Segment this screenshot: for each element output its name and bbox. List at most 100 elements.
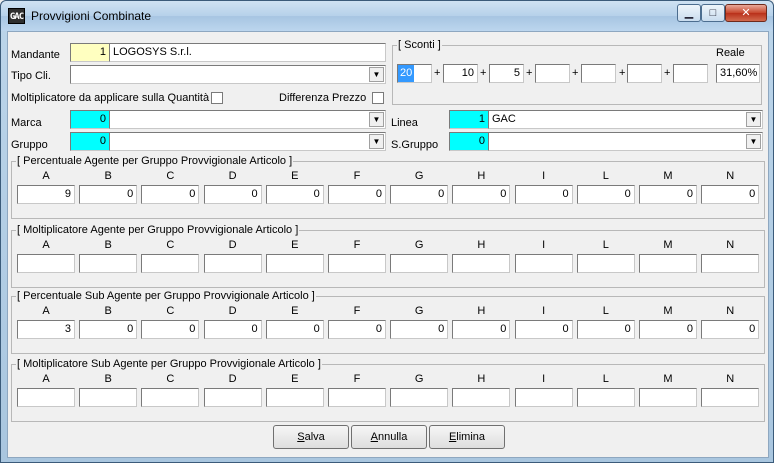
minimize-button[interactable]: ▁	[677, 4, 701, 22]
group-2-field-d[interactable]	[203, 254, 262, 273]
group-3-field-a[interactable]: 3	[17, 320, 75, 339]
group-3-field-n[interactable]: 0	[701, 320, 760, 339]
group-1-field-e[interactable]: 0	[265, 185, 324, 204]
sconto-2-field[interactable]: 10	[443, 64, 478, 83]
dropdown-arrow-icon[interactable]: ▼	[369, 134, 384, 149]
marca-code-field[interactable]: 0	[70, 110, 110, 129]
plus-sign: +	[526, 67, 533, 79]
commission-group-2: [ Moltiplicatore Agente per Gruppo Provv…	[11, 224, 765, 288]
group-1-field-a[interactable]: 9	[17, 185, 75, 204]
group-2-field-i[interactable]	[514, 254, 573, 273]
group-4-field-b[interactable]	[79, 388, 138, 407]
elimina-button[interactable]: Elimina	[429, 425, 505, 449]
group-4-field-i[interactable]	[514, 388, 573, 407]
column-label-m: M	[663, 239, 673, 251]
group-4-field-e[interactable]	[265, 388, 324, 407]
mandante-code-field[interactable]: 1	[70, 43, 110, 62]
group-1-field-g[interactable]: 0	[390, 185, 449, 204]
column-label-d: D	[228, 305, 237, 317]
gruppo-code-field[interactable]: 0	[70, 132, 110, 151]
group-1-field-m[interactable]: 0	[639, 185, 697, 204]
sconto-4-field[interactable]	[535, 64, 570, 83]
column-label-n: N	[726, 373, 735, 385]
column-label-e: E	[291, 305, 299, 317]
dropdown-arrow-icon[interactable]: ▼	[746, 112, 761, 127]
dropdown-arrow-icon[interactable]: ▼	[369, 67, 384, 82]
group-3-field-g[interactable]: 0	[390, 320, 449, 339]
reale-label: Reale	[716, 47, 745, 59]
sconto-7-field[interactable]	[673, 64, 708, 83]
group-1-field-n[interactable]: 0	[701, 185, 760, 204]
group-4-field-l[interactable]	[576, 388, 635, 407]
sconto-1-field[interactable]: 20	[397, 64, 432, 83]
group-2-field-h[interactable]	[452, 254, 511, 273]
commission-group-3: [ Percentuale Sub Agente per Gruppo Prov…	[11, 290, 765, 354]
group-4-field-g[interactable]	[390, 388, 449, 407]
group-3-field-c[interactable]: 0	[141, 320, 200, 339]
linea-select[interactable]: GAC ▼	[488, 110, 763, 129]
group-2-field-l[interactable]	[576, 254, 635, 273]
tipo-cli-select[interactable]: ▼	[70, 65, 386, 84]
group-3-field-b[interactable]: 0	[79, 320, 138, 339]
column-label-l: L	[602, 373, 609, 385]
mandante-name-field[interactable]: LOGOSYS S.r.l.	[109, 43, 386, 62]
annulla-button[interactable]: Annulla	[351, 425, 427, 449]
salva-button[interactable]: Salva	[273, 425, 349, 449]
sconti-group: [ Sconti ] Reale 20 + 10 + 5 + + + + 31,…	[392, 39, 762, 105]
group-2-field-f[interactable]	[328, 254, 386, 273]
group-3-field-e[interactable]: 0	[265, 320, 324, 339]
group-2-field-b[interactable]	[79, 254, 138, 273]
group-1-field-d[interactable]: 0	[203, 185, 262, 204]
title-bar[interactable]: GAC Provvigioni Combinate ▁ □ ✕	[1, 1, 773, 31]
marca-select[interactable]: ▼	[109, 110, 386, 129]
group-4-field-n[interactable]	[701, 388, 760, 407]
sconto-5-field[interactable]	[581, 64, 616, 83]
dropdown-arrow-icon[interactable]: ▼	[746, 134, 761, 149]
sgruppo-code-field[interactable]: 0	[449, 132, 489, 151]
column-label-m: M	[663, 170, 673, 182]
linea-code-field[interactable]: 1	[449, 110, 489, 129]
group-4-field-c[interactable]	[141, 388, 200, 407]
group-3-field-m[interactable]: 0	[639, 320, 697, 339]
differenza-prezzo-checkbox[interactable]	[372, 92, 384, 104]
group-2-field-c[interactable]	[141, 254, 200, 273]
column-label-f: F	[353, 305, 361, 317]
group-1-field-c[interactable]: 0	[141, 185, 200, 204]
group-2-field-n[interactable]	[701, 254, 760, 273]
group-1-field-h[interactable]: 0	[452, 185, 511, 204]
group-1-field-f[interactable]: 0	[328, 185, 386, 204]
group-4-field-f[interactable]	[328, 388, 386, 407]
column-label-f: F	[353, 170, 361, 182]
group-1-field-b[interactable]: 0	[79, 185, 138, 204]
sconto-3-field[interactable]: 5	[489, 64, 524, 83]
group-4-field-h[interactable]	[452, 388, 511, 407]
group-3-field-f[interactable]: 0	[328, 320, 386, 339]
commission-group-4: [ Moltiplicatore Sub Agente per Gruppo P…	[11, 358, 765, 422]
group-4-field-m[interactable]	[639, 388, 697, 407]
group-2-field-a[interactable]	[17, 254, 75, 273]
column-label-f: F	[353, 239, 361, 251]
column-label-m: M	[663, 305, 673, 317]
sconto-1-value: 20	[398, 65, 415, 82]
group-2-field-m[interactable]	[639, 254, 697, 273]
group-2-field-g[interactable]	[390, 254, 449, 273]
maximize-button[interactable]: □	[701, 4, 725, 22]
plus-sign: +	[434, 67, 441, 79]
group-1-field-i[interactable]: 0	[514, 185, 573, 204]
close-button[interactable]: ✕	[725, 4, 767, 22]
group-3-field-d[interactable]: 0	[203, 320, 262, 339]
dropdown-arrow-icon[interactable]: ▼	[369, 112, 384, 127]
sconto-6-field[interactable]	[627, 64, 662, 83]
sgruppo-select[interactable]: ▼	[488, 132, 763, 151]
group-1-field-l[interactable]: 0	[576, 185, 635, 204]
window-title: Provvigioni Combinate	[31, 9, 152, 23]
group-3-field-h[interactable]: 0	[452, 320, 511, 339]
group-4-field-a[interactable]	[17, 388, 75, 407]
group-3-field-l[interactable]: 0	[576, 320, 635, 339]
group-2-field-e[interactable]	[265, 254, 324, 273]
group-4-field-d[interactable]	[203, 388, 262, 407]
linea-value: GAC	[492, 113, 516, 125]
gruppo-select[interactable]: ▼	[109, 132, 386, 151]
group-3-field-i[interactable]: 0	[514, 320, 573, 339]
moltiplicatore-quantita-checkbox[interactable]	[211, 92, 223, 104]
